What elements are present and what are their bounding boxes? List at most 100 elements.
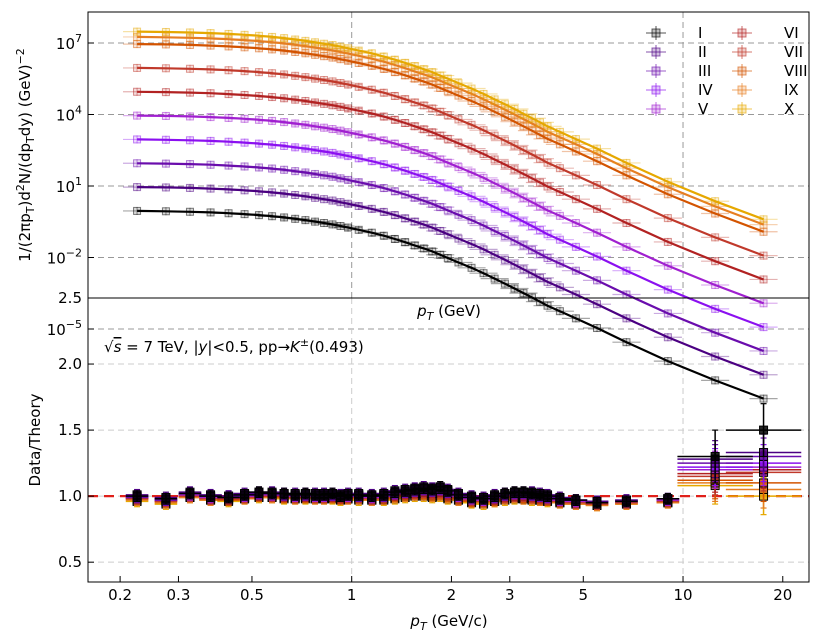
top-marker — [336, 102, 345, 111]
top-marker — [454, 163, 463, 172]
top-marker — [454, 234, 463, 243]
top-marker — [185, 207, 194, 216]
legend-label: IV — [698, 81, 713, 99]
top-marker — [467, 216, 476, 225]
top-marker — [555, 211, 564, 220]
top-marker — [133, 40, 142, 49]
bottom-marker — [390, 487, 400, 497]
bottom-marker — [571, 495, 581, 505]
top-marker — [311, 122, 320, 131]
top-marker — [311, 38, 320, 47]
top-marker — [711, 328, 720, 337]
top-marker — [328, 125, 337, 134]
top-marker — [133, 63, 142, 72]
top-marker — [454, 258, 463, 267]
top-marker — [401, 166, 410, 175]
top-marker — [280, 70, 289, 79]
top-marker — [479, 126, 488, 135]
top-marker — [336, 150, 345, 159]
bottom-panel-series — [88, 403, 809, 516]
legend-label: II — [698, 43, 707, 61]
top-marker — [535, 297, 544, 306]
top-marker — [711, 257, 720, 266]
top-marker — [133, 111, 142, 120]
top-marker — [571, 171, 580, 180]
top-marker — [311, 50, 320, 59]
top-marker — [593, 276, 602, 285]
top-marker — [428, 128, 437, 137]
top-marker — [401, 214, 410, 223]
top-marker — [571, 195, 580, 204]
bottom-marker — [500, 488, 510, 498]
top-marker — [311, 193, 320, 202]
legend-label: X — [784, 100, 794, 118]
top-marker — [268, 45, 277, 54]
top-panel-y-axis-label: 1/(2πpT)d2N/(dpTdy) (GeV)−2 — [14, 48, 37, 262]
top-marker — [268, 164, 277, 173]
top-marker — [301, 144, 310, 153]
top-marker — [500, 255, 509, 264]
top-marker — [479, 89, 488, 98]
top-marker — [311, 146, 320, 155]
top-marker — [161, 207, 170, 216]
top-marker — [240, 67, 249, 76]
top-marker — [436, 131, 445, 140]
top-marker — [555, 127, 564, 136]
top-marker — [224, 66, 233, 75]
top-marker — [311, 98, 320, 107]
top-marker — [379, 231, 388, 240]
top-marker — [328, 41, 337, 50]
top-marker — [535, 250, 544, 259]
top-marker — [519, 193, 528, 202]
top-marker — [291, 119, 300, 128]
bottom-marker — [518, 487, 528, 497]
top-marker — [663, 237, 672, 246]
bottom-y-tick-label: 2.0 — [58, 355, 82, 373]
top-marker — [401, 190, 410, 199]
top-marker — [527, 150, 536, 159]
legend-item-I: I — [646, 24, 702, 42]
bottom-panel-y-axis-label: Data/Theory — [26, 393, 44, 486]
top-marker — [519, 146, 528, 155]
legend-label: VIII — [784, 62, 808, 80]
top-marker — [224, 29, 233, 38]
top-marker — [224, 137, 233, 146]
legend-item-IV: IV — [646, 81, 713, 99]
top-marker — [291, 167, 300, 176]
top-marker — [240, 114, 249, 123]
bottom-marker — [161, 494, 171, 504]
bottom-x-tick-label: 0.5 — [240, 586, 264, 604]
top-marker — [663, 357, 672, 366]
bottom-x-tick-label: 0.2 — [108, 586, 132, 604]
legend-item-X: X — [732, 100, 794, 118]
bottom-marker — [254, 487, 264, 497]
legend-item-II: II — [646, 43, 707, 61]
top-marker — [206, 29, 215, 38]
top-marker — [268, 116, 277, 125]
top-marker — [535, 154, 544, 163]
top-marker — [390, 163, 399, 172]
top-marker — [500, 231, 509, 240]
top-marker — [593, 157, 602, 166]
top-marker — [311, 74, 320, 83]
top-marker — [254, 139, 263, 148]
top-marker — [711, 281, 720, 290]
top-marker — [268, 212, 277, 221]
top-marker — [527, 293, 536, 302]
top-marker — [328, 53, 337, 62]
top-marker — [663, 190, 672, 199]
top-marker — [467, 96, 476, 105]
legend: IIIIIIIVVVIVIIVIIIIXX — [646, 24, 808, 118]
top-marker — [479, 269, 488, 278]
bottom-marker — [319, 490, 329, 500]
top-marker — [301, 168, 310, 177]
top-marker — [161, 111, 170, 120]
top-marker — [301, 192, 310, 201]
top-marker — [428, 68, 437, 77]
bottom-marker — [132, 491, 142, 501]
top-marker — [280, 189, 289, 198]
top-marker — [291, 35, 300, 44]
top-marker — [555, 307, 564, 316]
top-marker — [510, 213, 519, 222]
top-marker — [519, 289, 528, 298]
